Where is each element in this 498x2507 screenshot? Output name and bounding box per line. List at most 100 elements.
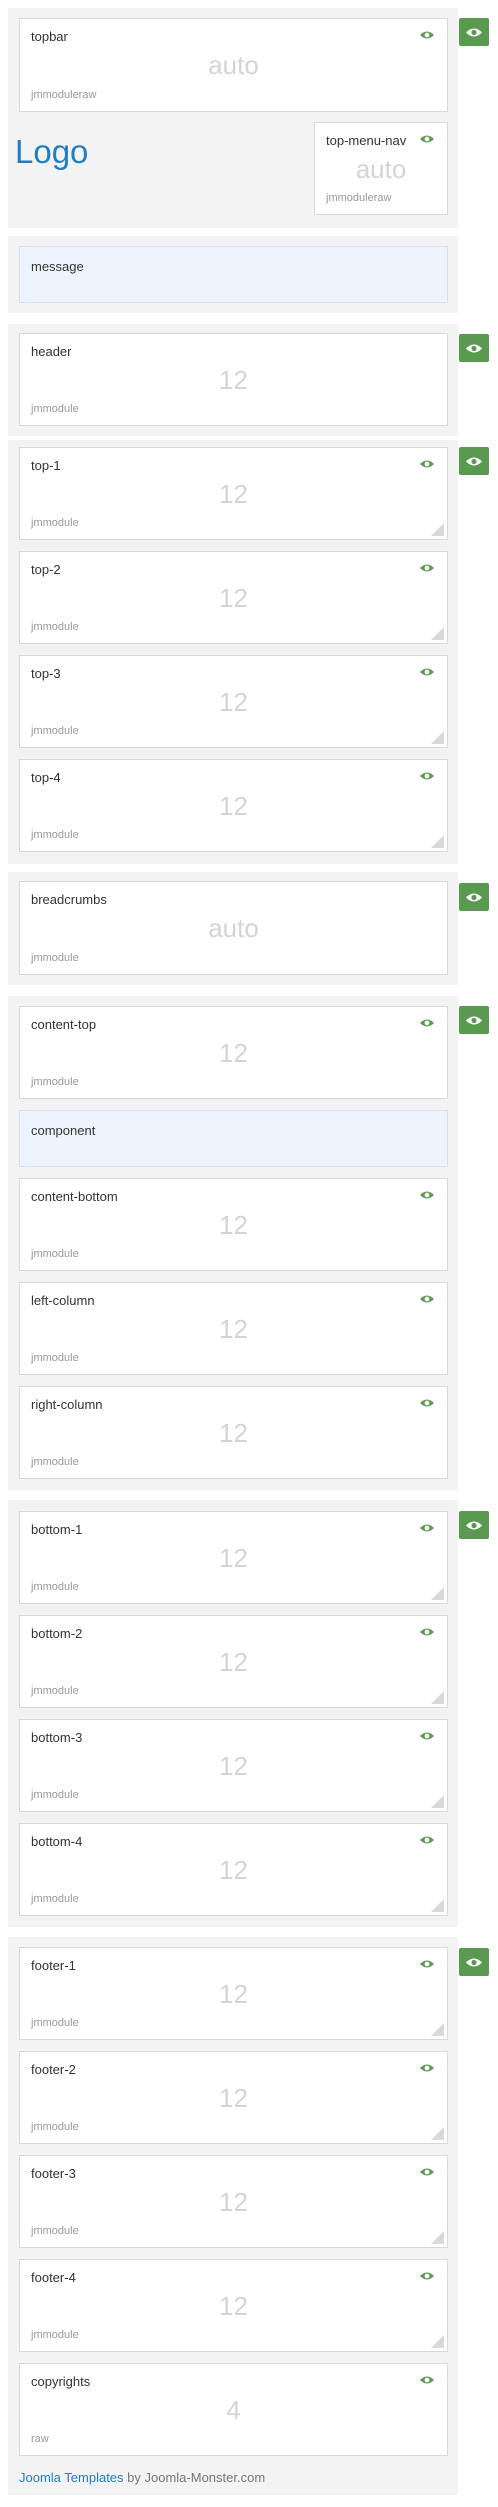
module-type: jmmodule bbox=[31, 1076, 79, 1088]
layout-builder-page: { "logo_text": "Logo", "credits": {"link… bbox=[0, 0, 498, 2507]
span-value: 12 bbox=[219, 1314, 248, 1344]
eye-icon[interactable] bbox=[419, 2166, 435, 2178]
module-position-content-bottom[interactable]: content-bottom 12 jmmodule bbox=[19, 1178, 448, 1271]
module-position-topbar[interactable]: topbar auto jmmoduleraw bbox=[19, 18, 448, 112]
module-position-bottom-2[interactable]: bottom-2 12 jmmodule bbox=[19, 1615, 448, 1708]
resize-handle[interactable] bbox=[431, 1795, 444, 1808]
eye-icon[interactable] bbox=[419, 133, 435, 145]
eye-icon[interactable] bbox=[419, 770, 435, 782]
module-position-content-top[interactable]: content-top 12 jmmodule bbox=[19, 1006, 448, 1099]
module-type: jmmodule bbox=[31, 2329, 79, 2341]
module-type: jmmoduleraw bbox=[31, 89, 97, 101]
module-position-footer-4[interactable]: footer-4 12 jmmodule bbox=[19, 2259, 448, 2352]
section-content-toggle[interactable] bbox=[459, 1006, 489, 1034]
span-value: 12 bbox=[219, 2187, 248, 2217]
module-position-footer-1[interactable]: footer-1 12 jmmodule bbox=[19, 1947, 448, 2040]
eye-icon[interactable] bbox=[419, 666, 435, 678]
span-value: 12 bbox=[219, 1038, 248, 1068]
module-position-top-4[interactable]: top-4 12 jmmodule bbox=[19, 759, 448, 852]
span-value: 12 bbox=[219, 2083, 248, 2113]
module-position-footer-2[interactable]: footer-2 12 jmmodule bbox=[19, 2051, 448, 2144]
section-topbar-toggle[interactable] bbox=[459, 18, 489, 46]
eye-icon[interactable] bbox=[419, 1293, 435, 1305]
resize-handle[interactable] bbox=[431, 523, 444, 536]
module-position-top-menu-nav[interactable]: top-menu-nav auto jmmoduleraw bbox=[314, 122, 448, 215]
module-type: raw bbox=[31, 2433, 49, 2445]
module-position-breadcrumbs[interactable]: breadcrumbs auto jmmodule bbox=[19, 881, 448, 975]
module-position-top-3[interactable]: top-3 12 jmmodule bbox=[19, 655, 448, 748]
module-position-top-1[interactable]: top-1 12 jmmodule bbox=[19, 447, 448, 540]
position-name: top-menu-nav bbox=[326, 133, 407, 148]
eye-icon[interactable] bbox=[419, 2062, 435, 2074]
eye-icon bbox=[466, 1016, 482, 1024]
section-header-toggle[interactable] bbox=[459, 334, 489, 362]
position-name: content-top bbox=[31, 1017, 97, 1032]
module-position-right-column[interactable]: right-column 12 jmmodule bbox=[19, 1386, 448, 1479]
position-name: message bbox=[31, 259, 84, 274]
eye-icon[interactable] bbox=[419, 1397, 435, 1409]
span-value: auto bbox=[355, 154, 407, 184]
component-area[interactable]: component bbox=[19, 1110, 448, 1167]
eye-icon[interactable] bbox=[419, 1017, 435, 1029]
module-type: jmmodule bbox=[31, 1248, 79, 1260]
module-type: jmmodule bbox=[31, 621, 79, 633]
resize-handle[interactable] bbox=[431, 835, 444, 848]
eye-icon bbox=[466, 893, 482, 901]
module-type: jmmodule bbox=[31, 2017, 79, 2029]
resize-handle[interactable] bbox=[431, 1899, 444, 1912]
resize-handle[interactable] bbox=[431, 1587, 444, 1600]
credits-link[interactable]: Joomla Templates bbox=[19, 2470, 124, 2485]
span-value: 12 bbox=[219, 479, 248, 509]
section-footer-toggle[interactable] bbox=[459, 1948, 489, 1976]
position-name: footer-4 bbox=[31, 2270, 76, 2285]
eye-icon[interactable] bbox=[419, 2374, 435, 2386]
eye-icon[interactable] bbox=[419, 562, 435, 574]
module-type: jmmodule bbox=[31, 1893, 79, 1905]
eye-icon[interactable] bbox=[419, 458, 435, 470]
module-type: jmmodule bbox=[31, 1352, 79, 1364]
resize-handle[interactable] bbox=[431, 2231, 444, 2244]
position-name: top-2 bbox=[31, 562, 61, 577]
module-position-left-column[interactable]: left-column 12 jmmodule bbox=[19, 1282, 448, 1375]
module-type: jmmodule bbox=[31, 1685, 79, 1697]
resize-handle[interactable] bbox=[431, 2023, 444, 2036]
module-position-bottom-4[interactable]: bottom-4 12 jmmodule bbox=[19, 1823, 448, 1916]
module-position-header[interactable]: header 12 jmmodule bbox=[19, 333, 448, 426]
module-type: jmmodule bbox=[31, 403, 79, 415]
module-type: jmmodule bbox=[31, 2225, 79, 2237]
eye-icon[interactable] bbox=[419, 1834, 435, 1846]
resize-handle[interactable] bbox=[431, 2335, 444, 2348]
eye-icon[interactable] bbox=[419, 2270, 435, 2282]
position-name: bottom-1 bbox=[31, 1522, 83, 1537]
logo-placeholder: Logo bbox=[15, 133, 89, 170]
module-type: jmmoduleraw bbox=[326, 192, 392, 204]
position-name: footer-1 bbox=[31, 1958, 76, 1973]
message-area[interactable]: message bbox=[19, 246, 448, 303]
resize-handle[interactable] bbox=[431, 627, 444, 640]
credits-suffix: by Joomla-Monster.com bbox=[123, 2470, 266, 2485]
section-bottom-toggle[interactable] bbox=[459, 1511, 489, 1539]
section-breadcrumbs-toggle[interactable] bbox=[459, 883, 489, 911]
module-position-copyrights[interactable]: copyrights 4 raw bbox=[19, 2363, 448, 2456]
eye-icon[interactable] bbox=[419, 1626, 435, 1638]
module-position-footer-3[interactable]: footer-3 12 jmmodule bbox=[19, 2155, 448, 2248]
span-value: 12 bbox=[219, 687, 248, 717]
resize-handle[interactable] bbox=[431, 1691, 444, 1704]
position-name: top-3 bbox=[31, 666, 61, 681]
eye-icon[interactable] bbox=[419, 1958, 435, 1970]
module-type: jmmodule bbox=[31, 1456, 79, 1468]
eye-icon[interactable] bbox=[419, 1522, 435, 1534]
position-name: copyrights bbox=[31, 2374, 91, 2389]
module-type: jmmodule bbox=[31, 725, 79, 737]
eye-icon[interactable] bbox=[419, 1730, 435, 1742]
module-position-top-2[interactable]: top-2 12 jmmodule bbox=[19, 551, 448, 644]
module-position-bottom-1[interactable]: bottom-1 12 jmmodule bbox=[19, 1511, 448, 1604]
resize-handle[interactable] bbox=[431, 731, 444, 744]
section-top-toggle[interactable] bbox=[459, 447, 489, 475]
span-value: auto bbox=[208, 50, 259, 80]
eye-icon[interactable] bbox=[419, 29, 435, 41]
position-name: footer-3 bbox=[31, 2166, 76, 2181]
eye-icon[interactable] bbox=[419, 1189, 435, 1201]
module-position-bottom-3[interactable]: bottom-3 12 jmmodule bbox=[19, 1719, 448, 1812]
resize-handle[interactable] bbox=[431, 2127, 444, 2140]
